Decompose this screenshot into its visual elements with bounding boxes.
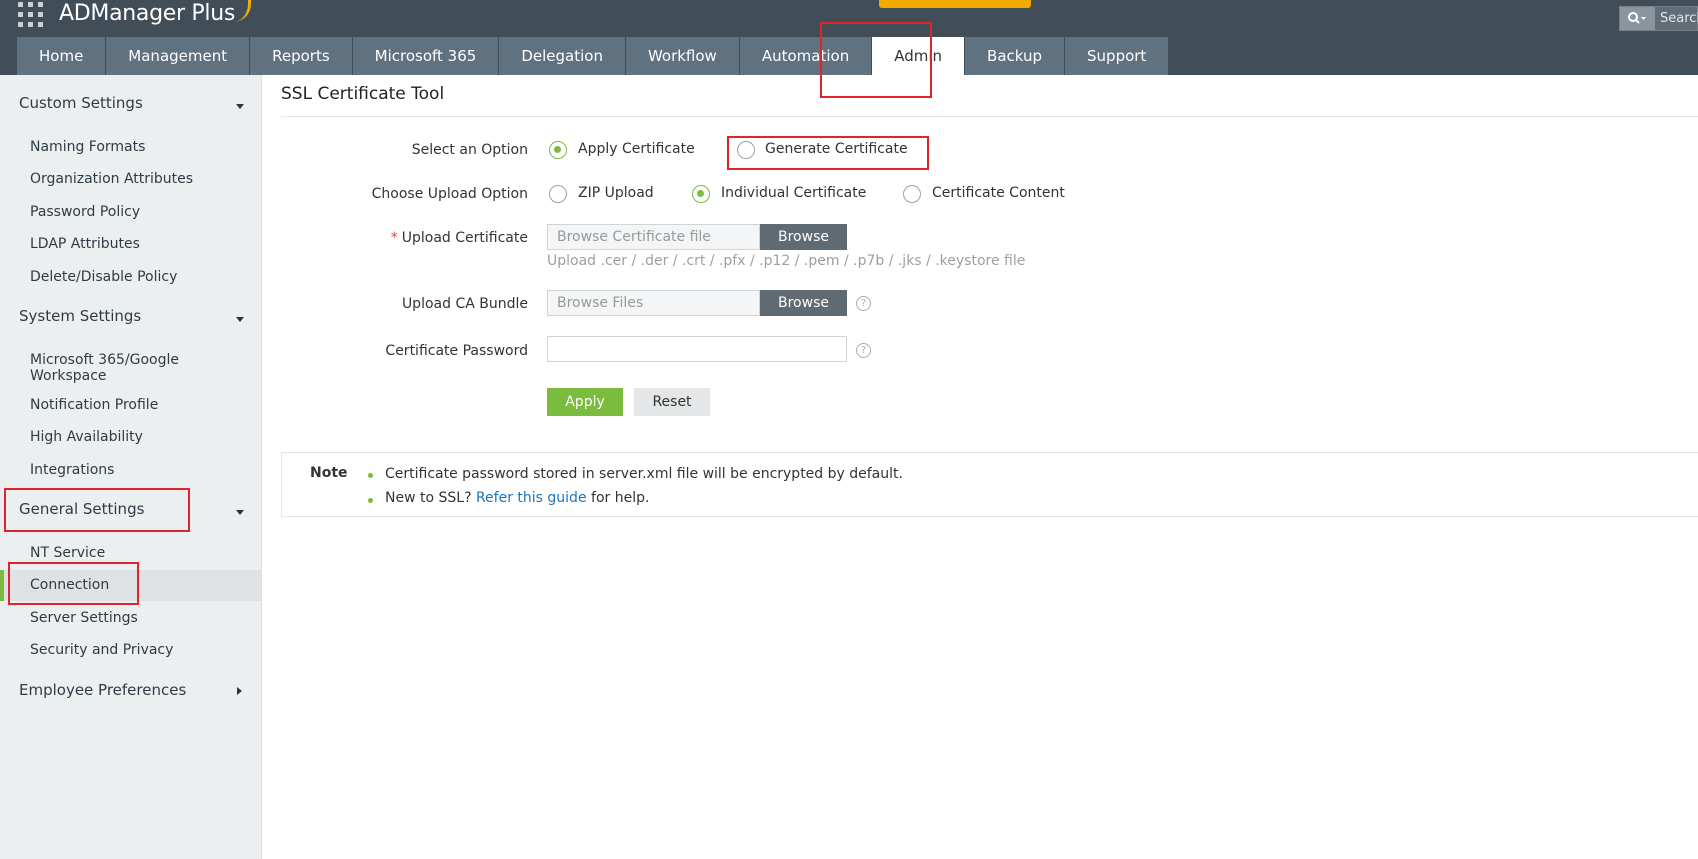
note-box: Note Certificate password stored in serv… <box>281 452 1698 517</box>
sidebar-item-organization-attributes[interactable]: Organization Attributes <box>30 171 193 187</box>
main-nav: Home Management Reports Microsoft 365 De… <box>17 37 1169 75</box>
sidebar-item-notification-profile[interactable]: Notification Profile <box>30 397 158 413</box>
note-title: Note <box>310 465 348 481</box>
certificate-file-input[interactable]: Browse Certificate file <box>547 224 760 250</box>
sidebar-item-naming-formats[interactable]: Naming Formats <box>30 139 145 155</box>
bullet-icon <box>368 473 373 478</box>
upload-certificate-hint: Upload .cer / .der / .crt / .pfx / .p12 … <box>547 253 1026 269</box>
sidebar-group-system-settings[interactable]: System Settings <box>19 307 141 325</box>
tab-delegation[interactable]: Delegation <box>499 37 625 75</box>
ca-bundle-help-icon[interactable]: ? <box>856 296 871 311</box>
page-title: SSL Certificate Tool <box>281 84 445 104</box>
note-line-1: Certificate password stored in server.xm… <box>385 466 903 482</box>
title-divider <box>281 116 1698 117</box>
search-box[interactable]: Search <box>1619 6 1698 31</box>
general-settings-highlight <box>4 488 190 532</box>
ssl-guide-link[interactable]: Refer this guide <box>476 490 587 506</box>
zip-upload-label[interactable]: ZIP Upload <box>578 185 654 201</box>
search-icon[interactable] <box>1620 7 1655 30</box>
sidebar-item-security-and-privacy[interactable]: Security and Privacy <box>30 642 173 658</box>
ca-bundle-label: Upload CA Bundle <box>401 296 528 312</box>
upload-certificate-label-text: Upload Certificate <box>401 230 528 246</box>
tab-management[interactable]: Management <box>106 37 250 75</box>
tab-microsoft-365[interactable]: Microsoft 365 <box>352 37 499 75</box>
tab-backup[interactable]: Backup <box>965 37 1065 75</box>
apply-button[interactable]: Apply <box>547 388 623 416</box>
chevron-down-icon[interactable] <box>236 104 244 109</box>
chevron-right-icon[interactable] <box>237 687 242 695</box>
sidebar-group-employee-preferences[interactable]: Employee Preferences <box>19 681 186 699</box>
note-line-2-prefix: New to SSL? <box>385 490 472 506</box>
sidebar-item-nt-service[interactable]: NT Service <box>30 545 105 561</box>
certificate-password-help-icon[interactable]: ? <box>856 343 871 358</box>
sidebar-item-password-policy[interactable]: Password Policy <box>30 204 140 220</box>
individual-certificate-radio[interactable] <box>692 185 710 203</box>
tab-support[interactable]: Support <box>1065 37 1169 75</box>
sidebar-item-ldap-attributes[interactable]: LDAP Attributes <box>30 236 140 252</box>
certificate-password-field[interactable] <box>547 336 847 362</box>
sidebar-item-high-availability[interactable]: High Availability <box>30 429 143 445</box>
browse-ca-bundle-button[interactable]: Browse <box>760 290 847 316</box>
logo-swoosh-icon <box>229 0 251 22</box>
note-line-2-suffix: for help. <box>591 490 650 506</box>
chevron-down-icon[interactable] <box>236 317 244 322</box>
zip-upload-radio[interactable] <box>549 185 567 203</box>
search-input[interactable]: Search <box>1660 7 1698 30</box>
upload-certificate-label: * Upload Certificate <box>391 230 528 246</box>
select-option-label: Select an Option <box>411 142 528 158</box>
bullet-icon <box>368 498 373 503</box>
app-logo[interactable]: ADManager Plus <box>59 0 235 30</box>
certificate-password-label: Certificate Password <box>385 343 528 359</box>
admin-tab-highlight <box>820 22 932 98</box>
reset-button[interactable]: Reset <box>634 388 710 416</box>
apply-certificate-label[interactable]: Apply Certificate <box>578 141 695 157</box>
tab-home[interactable]: Home <box>17 37 106 75</box>
certificate-content-label[interactable]: Certificate Content <box>932 185 1065 201</box>
sidebar-group-custom-settings[interactable]: Custom Settings <box>19 94 143 112</box>
tab-workflow[interactable]: Workflow <box>625 37 739 75</box>
certificate-content-radio[interactable] <box>903 185 921 203</box>
sidebar-item-integrations[interactable]: Integrations <box>30 462 114 478</box>
chevron-down-icon[interactable] <box>236 510 244 515</box>
upload-option-label: Choose Upload Option <box>371 186 528 202</box>
sidebar-item-microsoft-365-google-workspace[interactable]: Microsoft 365/Google Workspace <box>30 352 230 384</box>
browse-certificate-button[interactable]: Browse <box>760 224 847 250</box>
individual-certificate-label[interactable]: Individual Certificate <box>721 185 866 201</box>
tab-reports[interactable]: Reports <box>250 37 352 75</box>
required-marker: * <box>390 230 398 246</box>
app-title: ADManager Plus <box>59 1 236 26</box>
sidebar-item-delete-disable-policy[interactable]: Delete/Disable Policy <box>30 269 177 285</box>
top-banner[interactable] <box>879 0 1031 8</box>
apps-grid-icon[interactable] <box>18 2 44 28</box>
ca-bundle-file-input[interactable]: Browse Files <box>547 290 760 316</box>
generate-certificate-highlight <box>727 136 929 170</box>
sidebar-item-server-settings[interactable]: Server Settings <box>30 610 138 626</box>
sidebar-selected-indicator <box>0 570 4 601</box>
apply-certificate-radio[interactable] <box>549 141 567 159</box>
note-line-2: New to SSL? Refer this guide for help. <box>385 490 649 506</box>
connection-highlight <box>8 562 139 605</box>
